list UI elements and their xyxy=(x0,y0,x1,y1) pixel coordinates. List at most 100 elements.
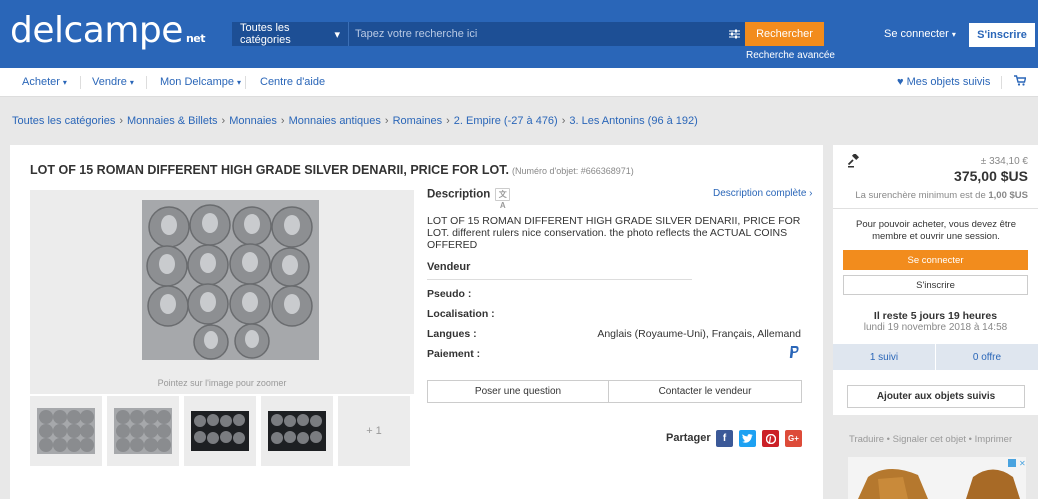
search-bar: Toutes les catégories ▾ Rechercher xyxy=(232,22,824,46)
nav-help[interactable]: Centre d'aide xyxy=(260,76,325,88)
add-to-watchlist-button[interactable]: Ajouter aux objets suivis xyxy=(847,385,1025,408)
translate-icon[interactable]: 文A xyxy=(495,188,511,210)
advanced-search-link[interactable]: Recherche avancée xyxy=(746,50,835,61)
chevron-down-icon: ▾ xyxy=(62,78,67,87)
connect-menu[interactable]: Se connecter ▾ xyxy=(884,28,956,40)
chevron-down-icon: ▾ xyxy=(334,28,340,41)
nav-sell[interactable]: Vendre ▾ xyxy=(92,76,134,88)
stats-row: 1 suivi 0 offre xyxy=(833,344,1038,370)
languages-label: Langues : xyxy=(427,328,477,340)
chevron-down-icon: ▾ xyxy=(951,30,956,39)
member-notice: Pour pouvoir acheter, vous devez être me… xyxy=(855,219,1016,242)
followers-count[interactable]: 1 suivi xyxy=(833,352,935,363)
current-price: 375,00 $US xyxy=(954,168,1028,184)
nav-divider xyxy=(1001,76,1002,89)
ask-question-button[interactable]: Poser une question xyxy=(427,380,609,403)
item-title-text: LOT OF 15 ROMAN DIFFERENT HIGH GRADE SIL… xyxy=(30,163,509,177)
nav-watched[interactable]: ♥ Mes objets suivis xyxy=(897,76,990,88)
description-heading: Description 文A xyxy=(427,188,511,210)
breadcrumb-separator: › xyxy=(384,115,389,127)
cart-icon[interactable] xyxy=(1014,75,1027,89)
breadcrumb-item[interactable]: Monnaies antiques xyxy=(289,115,381,127)
offers-count[interactable]: 0 offre xyxy=(936,352,1038,363)
breadcrumb-item[interactable]: Romaines xyxy=(393,115,443,127)
divider xyxy=(833,208,1038,209)
search-input[interactable] xyxy=(348,22,723,46)
breadcrumb-item[interactable]: Monnaies xyxy=(229,115,277,127)
advertisement[interactable]: ✕ xyxy=(848,457,1026,499)
zoom-hint: Pointez sur l'image pour zoomer xyxy=(157,378,287,388)
payment-label: Paiement : xyxy=(427,348,481,360)
login-button[interactable]: Se connecter xyxy=(843,250,1028,270)
languages-value: Anglais (Royaume-Uni), Français, Alleman… xyxy=(597,328,801,340)
contact-seller-button[interactable]: Contacter le vendeur xyxy=(608,380,802,403)
breadcrumb-separator: › xyxy=(119,115,124,127)
minimum-bid: La surenchère minimum est de 1,00 $US xyxy=(855,190,1028,201)
thumbnail[interactable] xyxy=(107,396,179,466)
category-select-label: Toutes les catégories xyxy=(240,22,291,46)
breadcrumb-separator: › xyxy=(561,115,566,127)
share-label: Partager xyxy=(666,432,711,444)
breadcrumb-item[interactable]: 3. Les Antonins (96 à 192) xyxy=(569,115,697,127)
chevron-down-icon: ▾ xyxy=(236,78,241,87)
twitter-icon[interactable] xyxy=(739,430,756,447)
heart-icon: ♥ xyxy=(897,76,904,88)
nav-divider xyxy=(80,76,81,89)
description-title: Description xyxy=(427,188,491,201)
item-title: LOT OF 15 ROMAN DIFFERENT HIGH GRADE SIL… xyxy=(30,163,634,177)
nav-watched-label: Mes objets suivis xyxy=(906,76,991,88)
thumbnail[interactable] xyxy=(261,396,333,466)
nav-buy[interactable]: Acheter ▾ xyxy=(22,76,67,88)
breadcrumb-separator: › xyxy=(280,115,285,127)
google-plus-icon[interactable]: G+ xyxy=(785,430,802,447)
logo-text: delcampe xyxy=(10,10,183,51)
category-select[interactable]: Toutes les catégories ▾ xyxy=(232,22,348,46)
seller-heading: Vendeur xyxy=(427,261,471,273)
signup-button[interactable]: S'inscrire xyxy=(843,275,1028,295)
paypal-icon xyxy=(789,346,799,358)
nav-my-delcampe-label: Mon Delcampe xyxy=(160,76,234,88)
coin-photo[interactable] xyxy=(142,200,319,360)
breadcrumb-item[interactable]: 2. Empire (-27 à 476) xyxy=(454,115,558,127)
breadcrumb-item[interactable]: Toutes les catégories xyxy=(12,115,115,127)
time-left: Il reste 5 jours 19 heures xyxy=(873,310,998,322)
signup-button[interactable]: S'inscrire xyxy=(969,23,1035,47)
more-photos-thumbnail[interactable]: + 1 xyxy=(338,396,410,466)
bid-panel: ± 334,10 € 375,00 $US La surenchère mini… xyxy=(833,145,1038,415)
filter-icon[interactable] xyxy=(723,22,745,46)
nav-divider xyxy=(245,76,246,89)
gavel-icon xyxy=(847,152,861,168)
chevron-down-icon: ▾ xyxy=(129,78,134,87)
min-bid-label: La surenchère minimum est de xyxy=(855,190,989,201)
item-number: (Numéro d'objet: #666368971) xyxy=(511,166,634,176)
main-nav: Acheter ▾ Vendre ▾ Mon Delcampe ▾ Centre d'… xyxy=(0,68,1038,97)
top-header: delcampenet Toutes les catégories ▾ Rech… xyxy=(0,0,1038,68)
divider xyxy=(427,279,692,280)
estimated-price: ± 334,10 € xyxy=(980,156,1028,167)
logo-suffix: net xyxy=(185,32,206,45)
main-image-viewer[interactable] xyxy=(30,190,414,394)
breadcrumb-separator: › xyxy=(221,115,226,127)
nav-buy-label: Acheter xyxy=(22,76,60,88)
search-button[interactable]: Rechercher xyxy=(745,22,824,46)
more-photos-count: + 1 xyxy=(366,425,382,437)
pinterest-icon[interactable] xyxy=(762,430,779,447)
item-card: LOT OF 15 ROMAN DIFFERENT HIGH GRADE SIL… xyxy=(10,145,823,499)
facebook-icon[interactable]: f xyxy=(716,430,733,447)
min-bid-value: 1,00 $US xyxy=(988,190,1028,201)
nav-my-delcampe[interactable]: Mon Delcampe ▾ xyxy=(160,76,241,88)
description-full-link[interactable]: Description complète › xyxy=(713,188,812,199)
breadcrumb-separator: › xyxy=(446,115,450,127)
item-actions-links[interactable]: Traduire • Signaler cet objet • Imprimer xyxy=(849,434,1012,445)
svg-text:✕: ✕ xyxy=(1019,459,1026,468)
nav-sell-label: Vendre xyxy=(92,76,127,88)
end-date: lundi 19 novembre 2018 à 14:58 xyxy=(863,322,1008,333)
breadcrumb-item[interactable]: Monnaies & Billets xyxy=(127,115,218,127)
breadcrumb: Toutes les catégories › Monnaies & Billets… xyxy=(12,115,698,127)
connect-label: Se connecter xyxy=(884,28,949,40)
thumbnail[interactable] xyxy=(184,396,256,466)
description-text: LOT OF 15 ROMAN DIFFERENT HIGH GRADE SIL… xyxy=(427,215,801,251)
thumbnail[interactable] xyxy=(30,396,102,466)
pseudo-label: Pseudo : xyxy=(427,288,472,300)
delcampe-logo[interactable]: delcampe net xyxy=(10,10,206,51)
